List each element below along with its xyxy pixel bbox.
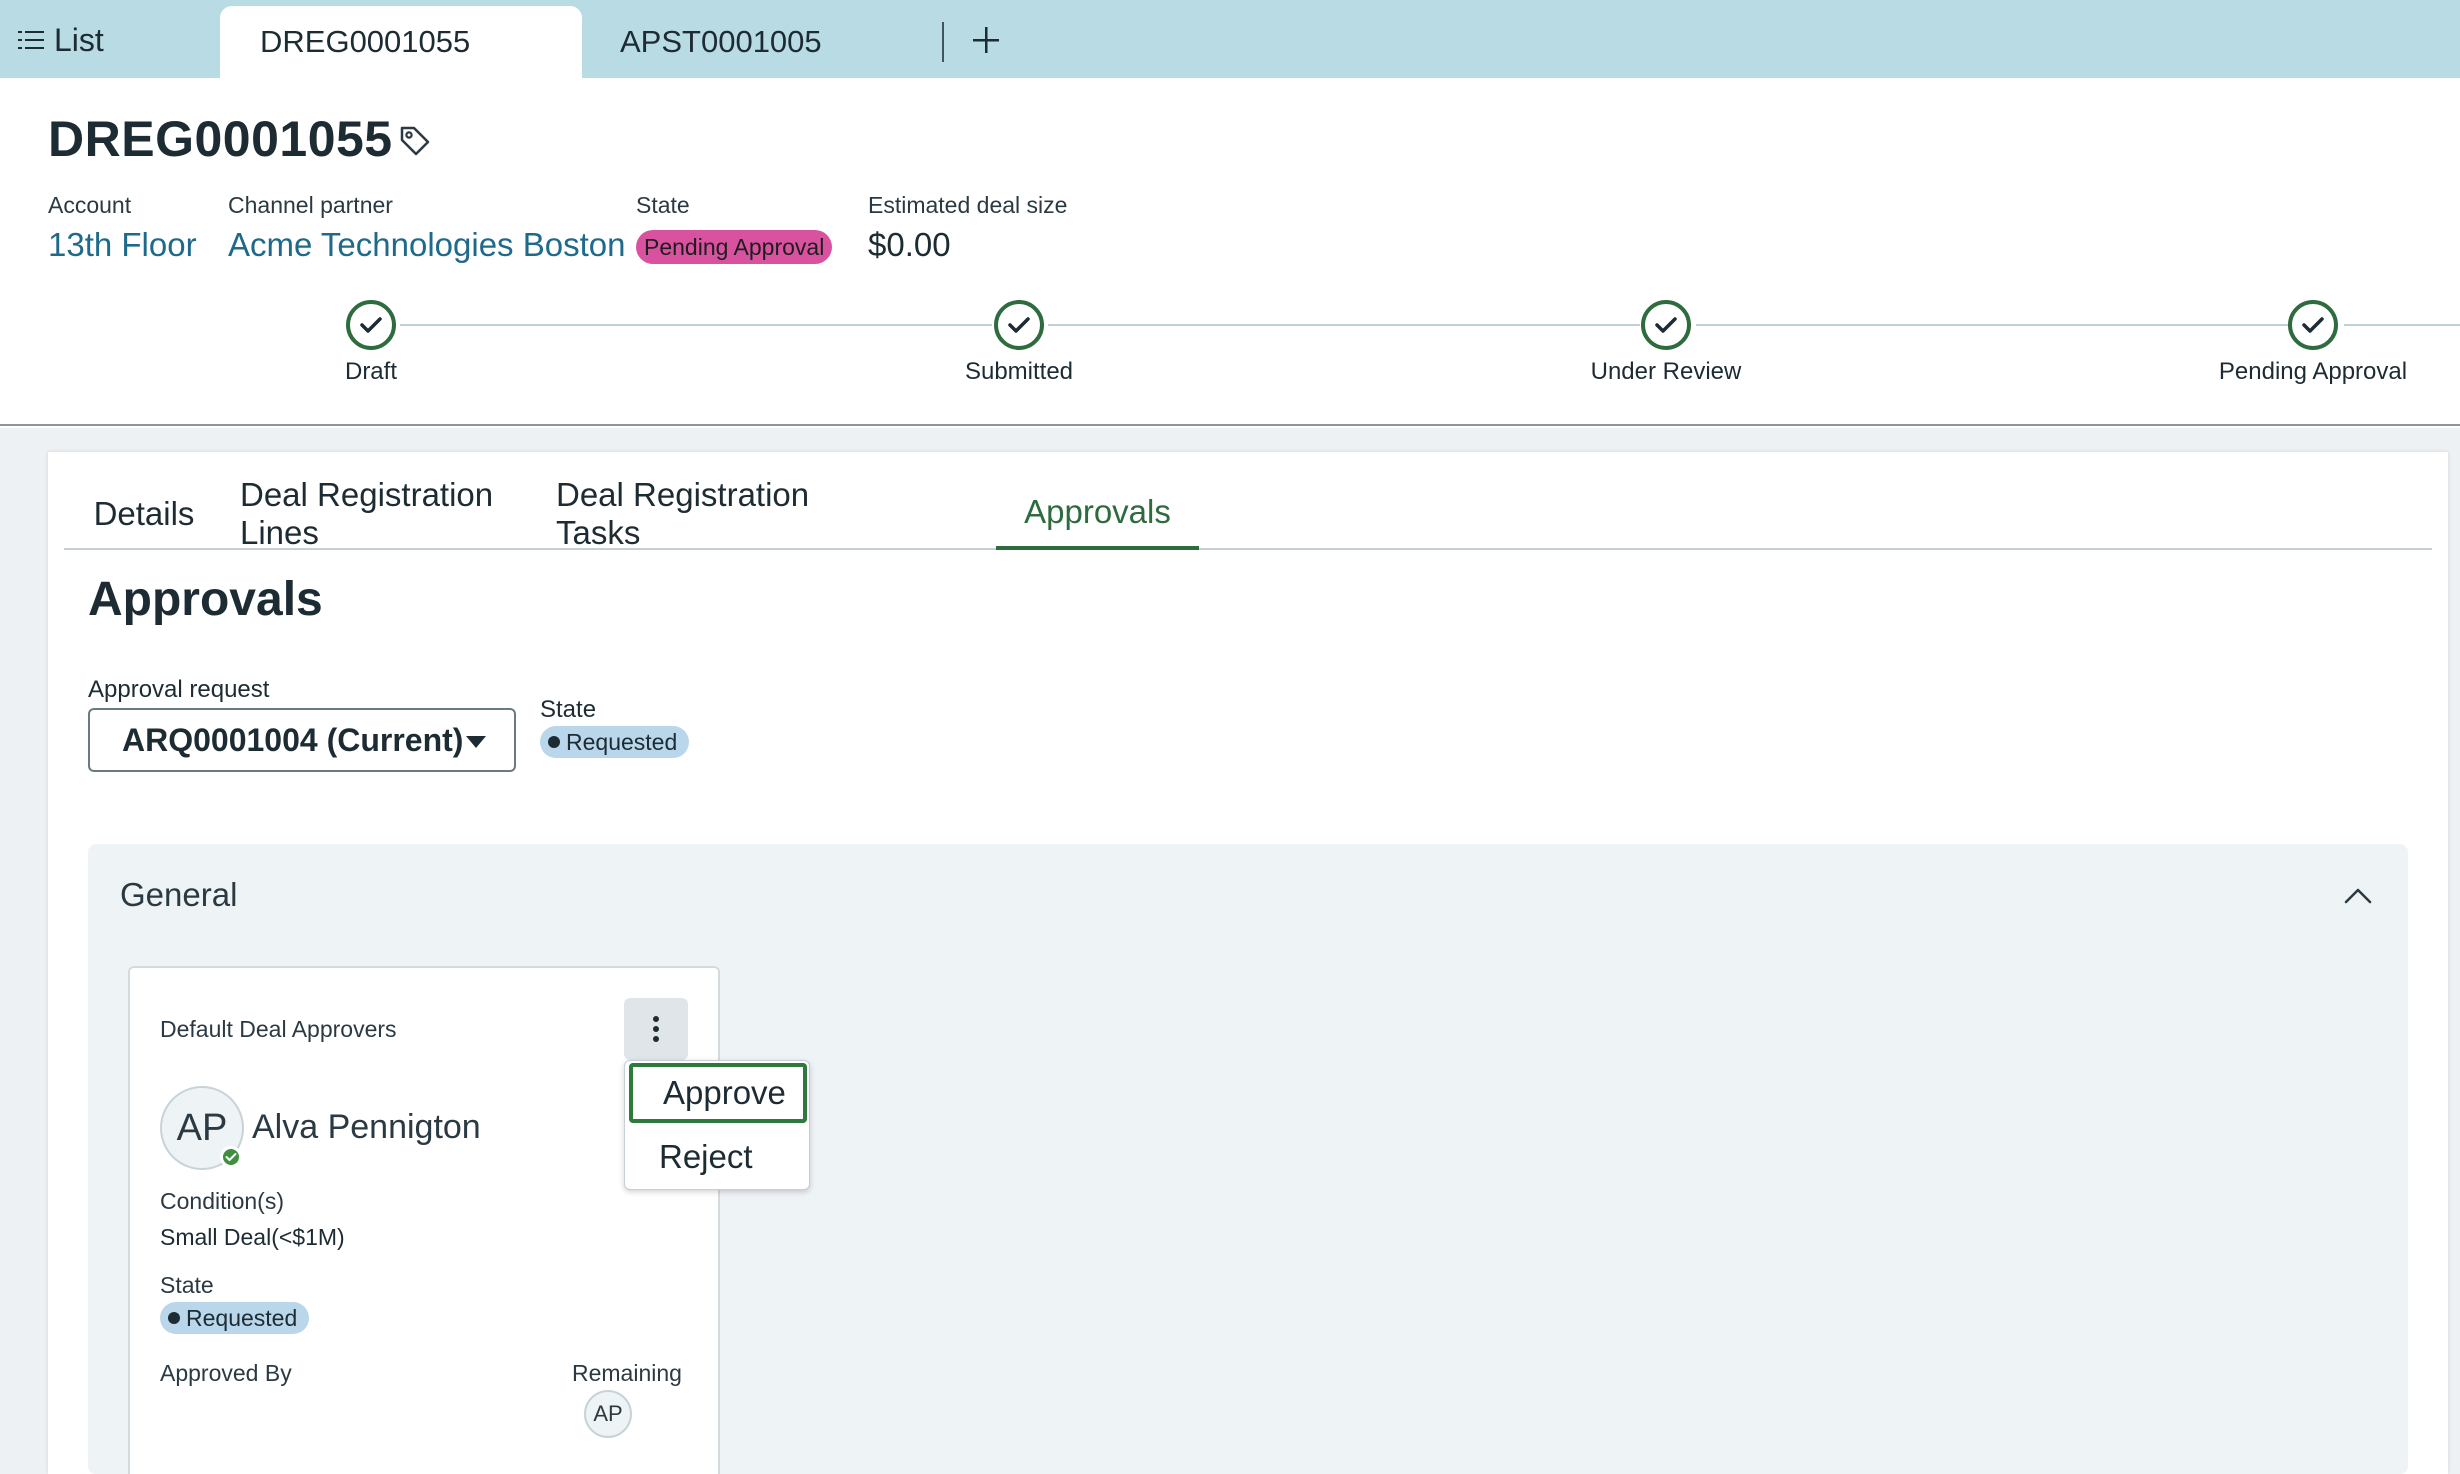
approver-state-badge: Requested	[160, 1302, 310, 1334]
approval-request-label: Approval request	[88, 676, 270, 703]
channel-partner-label: Channel partner	[228, 192, 393, 218]
stepper-connector	[400, 324, 992, 326]
record-tabs: Details Deal Registration Lines Deal Reg…	[64, 476, 2432, 551]
status-dot	[168, 1312, 180, 1324]
approver-state-value: Requested	[186, 1304, 298, 1331]
check-icon	[1008, 317, 1030, 333]
approval-state-value: Requested	[566, 728, 678, 755]
plus-icon	[973, 27, 999, 53]
step-label-submitted: Submitted	[964, 358, 1074, 385]
list-button[interactable]: List	[18, 18, 104, 62]
remaining-avatar: AP	[584, 1390, 632, 1438]
stepper-connector	[2344, 324, 2460, 326]
state-badge: Pending Approval	[636, 230, 833, 264]
approval-state-label: State	[540, 696, 597, 723]
presence-check-icon	[220, 1146, 242, 1168]
tab-approvals[interactable]: Approvals	[996, 478, 1199, 550]
conditions-value: Small Deal(<$1M)	[160, 1224, 345, 1250]
step-under-review-check	[1641, 300, 1691, 350]
tab-deal-registration-lines[interactable]: Deal Registration Lines	[240, 476, 540, 551]
record-title: DREG0001055	[48, 111, 393, 167]
tab-details[interactable]: Details	[64, 478, 224, 550]
approver-state-label: State	[160, 1272, 214, 1298]
step-label-draft: Draft	[344, 358, 397, 385]
add-tab-button[interactable]	[962, 16, 1010, 64]
remaining-initials: AP	[593, 1401, 623, 1426]
step-draft-check	[346, 300, 396, 350]
record-tab-label: APST0001005	[620, 24, 822, 59]
chevron-down-icon	[466, 736, 486, 748]
tag-icon[interactable]	[398, 124, 432, 158]
list-icon	[18, 31, 44, 49]
list-label: List	[54, 21, 104, 58]
conditions-label: Condition(s)	[160, 1188, 284, 1214]
step-label-under-review: Under Review	[1590, 358, 1742, 385]
general-title: General	[120, 876, 238, 913]
state-label: State	[636, 192, 690, 218]
reject-menu-item[interactable]: Reject	[629, 1127, 807, 1187]
more-actions-button[interactable]	[624, 998, 688, 1060]
approver-card-title: Default Deal Approvers	[160, 1016, 397, 1042]
approval-state-badge: Requested	[540, 726, 690, 758]
chevron-up-icon[interactable]	[2338, 876, 2378, 916]
stepper-connector	[1696, 324, 2288, 326]
check-icon	[360, 317, 382, 333]
tab-divider	[942, 22, 944, 62]
tab-strip: List DREG0001055 APST0001005	[0, 0, 2460, 78]
check-icon	[2302, 317, 2324, 333]
kebab-icon	[653, 1016, 659, 1042]
record-tab[interactable]: APST0001005	[620, 6, 940, 78]
remaining-label: Remaining	[572, 1360, 682, 1386]
approvals-heading: Approvals	[88, 573, 323, 626]
record-tab-label: DREG0001055	[260, 24, 471, 59]
step-pending-approval-check	[2288, 300, 2338, 350]
record-tab-active[interactable]: DREG0001055	[220, 6, 582, 78]
check-icon	[1655, 317, 1677, 333]
record-header: DREG0001055 Account 13th Floor Channel p…	[0, 78, 2460, 426]
status-dot	[548, 736, 560, 748]
account-label: Account	[48, 192, 132, 218]
actions-menu: Approve Reject	[624, 1060, 810, 1190]
approver-name: Alva Pennigton	[252, 1108, 481, 1146]
step-submitted-check	[994, 300, 1044, 350]
account-link[interactable]: 13th Floor	[48, 226, 197, 264]
deal-size-value: $0.00	[868, 226, 951, 263]
approval-request-select[interactable]: ARQ0001004 (Current)	[88, 708, 516, 772]
step-label-pending-approval: Pending Approval	[2218, 358, 2408, 385]
avatar-initials: AP	[176, 1106, 228, 1149]
approved-by-label: Approved By	[160, 1360, 292, 1386]
approval-request-value: ARQ0001004 (Current)	[122, 721, 464, 758]
deal-size-label: Estimated deal size	[868, 192, 1068, 218]
tab-deal-registration-tasks[interactable]: Deal Registration Tasks	[556, 476, 880, 551]
stepper-connector	[1048, 324, 1640, 326]
channel-partner-link[interactable]: Acme Technologies Boston	[228, 226, 625, 264]
approve-menu-item[interactable]: Approve	[629, 1063, 807, 1123]
